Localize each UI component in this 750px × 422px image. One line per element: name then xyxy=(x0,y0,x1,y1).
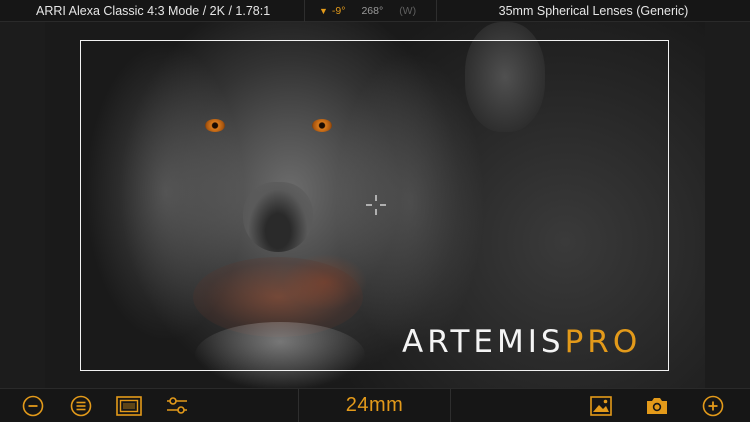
settings-sliders-icon xyxy=(167,396,187,414)
lens-set-label: 35mm Spherical Lenses (Generic) xyxy=(498,3,689,18)
top-status-bar: ARRI Alexa Classic 4:3 Mode / 2K / 1.78:… xyxy=(0,0,750,22)
capture-button[interactable] xyxy=(644,393,670,419)
frame-lines-button[interactable] xyxy=(116,393,142,419)
artemis-pro-logo: ARTEMISPRO xyxy=(402,324,641,360)
logo-text-pro: PRO xyxy=(564,324,642,360)
zoom-out-button[interactable] xyxy=(20,393,46,419)
menu-button[interactable] xyxy=(68,393,94,419)
zoom-in-button[interactable] xyxy=(700,393,726,419)
menu-list-icon xyxy=(70,395,92,416)
camera-format-selector[interactable]: ARRI Alexa Classic 4:3 Mode / 2K / 1.78:… xyxy=(0,0,305,22)
frame-lines-icon xyxy=(116,395,142,416)
right-tool-group xyxy=(451,389,750,422)
white-balance-indicator: (W) xyxy=(399,4,417,17)
lens-set-selector[interactable]: 35mm Spherical Lenses (Generic) xyxy=(437,0,750,22)
focal-length-display[interactable]: 24mm xyxy=(346,394,404,417)
camera-viewport[interactable]: ARTEMISPRO xyxy=(0,22,750,388)
camera-icon xyxy=(647,397,667,414)
zoom-in-icon xyxy=(702,395,724,416)
heading-value: 268° xyxy=(361,4,384,17)
tilt-arrow-icon: ▼ xyxy=(319,5,328,16)
zoom-out-icon xyxy=(22,395,44,416)
settings-button[interactable] xyxy=(164,393,190,419)
bottom-toolbar: 24mm xyxy=(0,388,750,422)
camera-format-label: ARRI Alexa Classic 4:3 Mode / 2K / 1.78:… xyxy=(36,3,271,18)
tilt-value: -9° xyxy=(331,4,346,17)
gallery-button[interactable] xyxy=(588,393,614,419)
left-tool-group xyxy=(0,388,299,422)
focal-length-group: 24mm xyxy=(299,388,451,422)
gallery-image-icon xyxy=(590,395,612,416)
logo-text-artemis: ARTEMIS xyxy=(402,324,565,360)
level-readout: ▼ -9° 268° (W) xyxy=(305,0,437,22)
center-crosshair-icon xyxy=(366,195,386,215)
